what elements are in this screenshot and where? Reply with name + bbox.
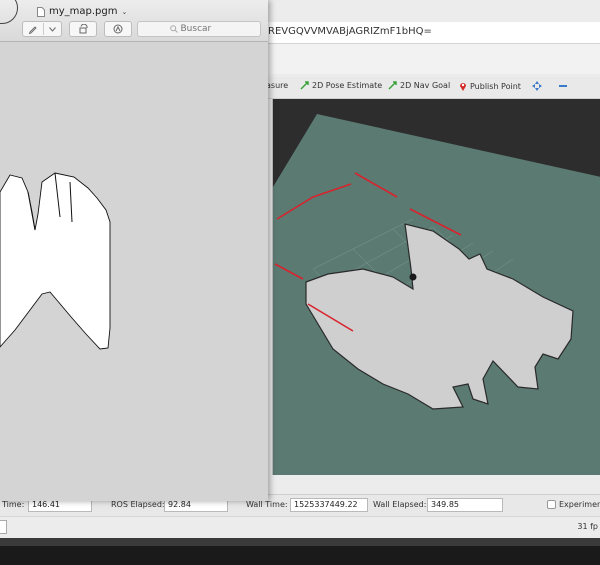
pgm-map-image [0, 172, 111, 350]
reset-button[interactable]: t [0, 520, 7, 534]
preview-title[interactable]: my_map.pgm ⌄ [37, 6, 127, 17]
map-pin-icon [460, 83, 466, 91]
wall-elapsed-label: Wall Elapsed: [373, 500, 427, 509]
wall-elapsed-field[interactable]: 349.85 [427, 498, 503, 512]
chevron-down-icon: ⌄ [121, 7, 128, 16]
url-text: REVGQVVMVABjAGRIZmF1bHQ= [268, 26, 432, 37]
tool-pose-label: 2D Pose Estimate [312, 81, 383, 90]
tool-2d-pose-estimate[interactable]: 2D Pose Estimate [300, 81, 382, 90]
search-icon [169, 25, 178, 33]
image-canvas[interactable] [0, 42, 268, 501]
tool-publish-point[interactable]: Publish Point [459, 81, 521, 91]
tool-2d-nav-goal[interactable]: 2D Nav Goal [388, 81, 450, 90]
nav-goal-arrow-icon [388, 81, 397, 90]
chevron-down-icon [49, 26, 56, 32]
rviz-url-bar[interactable]: REVGQVVMVABjAGRIZmF1bHQ= [262, 22, 600, 44]
map-render [273, 114, 600, 475]
ros-time-label: Time: [2, 500, 25, 509]
ros-elapsed-label: ROS Elapsed: [111, 500, 165, 509]
rotate-icon [79, 24, 88, 34]
remove-tool-button[interactable] [558, 81, 568, 91]
annotate-icon [113, 24, 123, 34]
window-title: my_map.pgm [49, 6, 118, 17]
fps-readout: 31 fp [577, 522, 598, 531]
wall-time-label: Wall Time: [246, 500, 288, 509]
rviz-3d-viewport[interactable] [272, 99, 600, 475]
search-input[interactable] [180, 24, 229, 34]
rotate-button[interactable] [69, 21, 97, 37]
rviz-status-bar: t 31 fp [0, 516, 600, 538]
desktop-edge [0, 538, 600, 565]
tool-measure[interactable]: asure [266, 81, 288, 90]
document-icon [37, 6, 45, 17]
rviz-menu-area [262, 44, 600, 74]
experimental-label: Experimen [559, 500, 600, 509]
wall-time-field[interactable]: 1525337449.22 [290, 498, 368, 512]
minus-icon [559, 85, 567, 87]
experimental-checkbox[interactable] [547, 500, 556, 509]
preview-window: my_map.pgm ⌄ [0, 0, 268, 501]
tool-nav-goal-label: 2D Nav Goal [400, 81, 451, 90]
robot-marker [409, 273, 417, 281]
tool-publish-label: Publish Point [470, 81, 521, 91]
preview-titlebar[interactable]: my_map.pgm ⌄ [0, 0, 268, 42]
search-field[interactable] [137, 21, 261, 37]
tool-measure-label: asure [266, 81, 289, 90]
map-free-space [0, 172, 111, 350]
dock-bar [0, 538, 600, 546]
button-divider [43, 23, 44, 35]
move-camera-icon [532, 81, 542, 91]
rviz-toolbar: asure 2D Pose Estimate 2D Nav Goal Publi… [262, 77, 600, 99]
pose-arrow-icon [300, 81, 309, 90]
pencil-icon [28, 26, 37, 34]
markup-toolbar-button[interactable] [22, 21, 62, 37]
move-camera-button[interactable] [532, 81, 542, 91]
annotate-button[interactable] [104, 21, 132, 37]
